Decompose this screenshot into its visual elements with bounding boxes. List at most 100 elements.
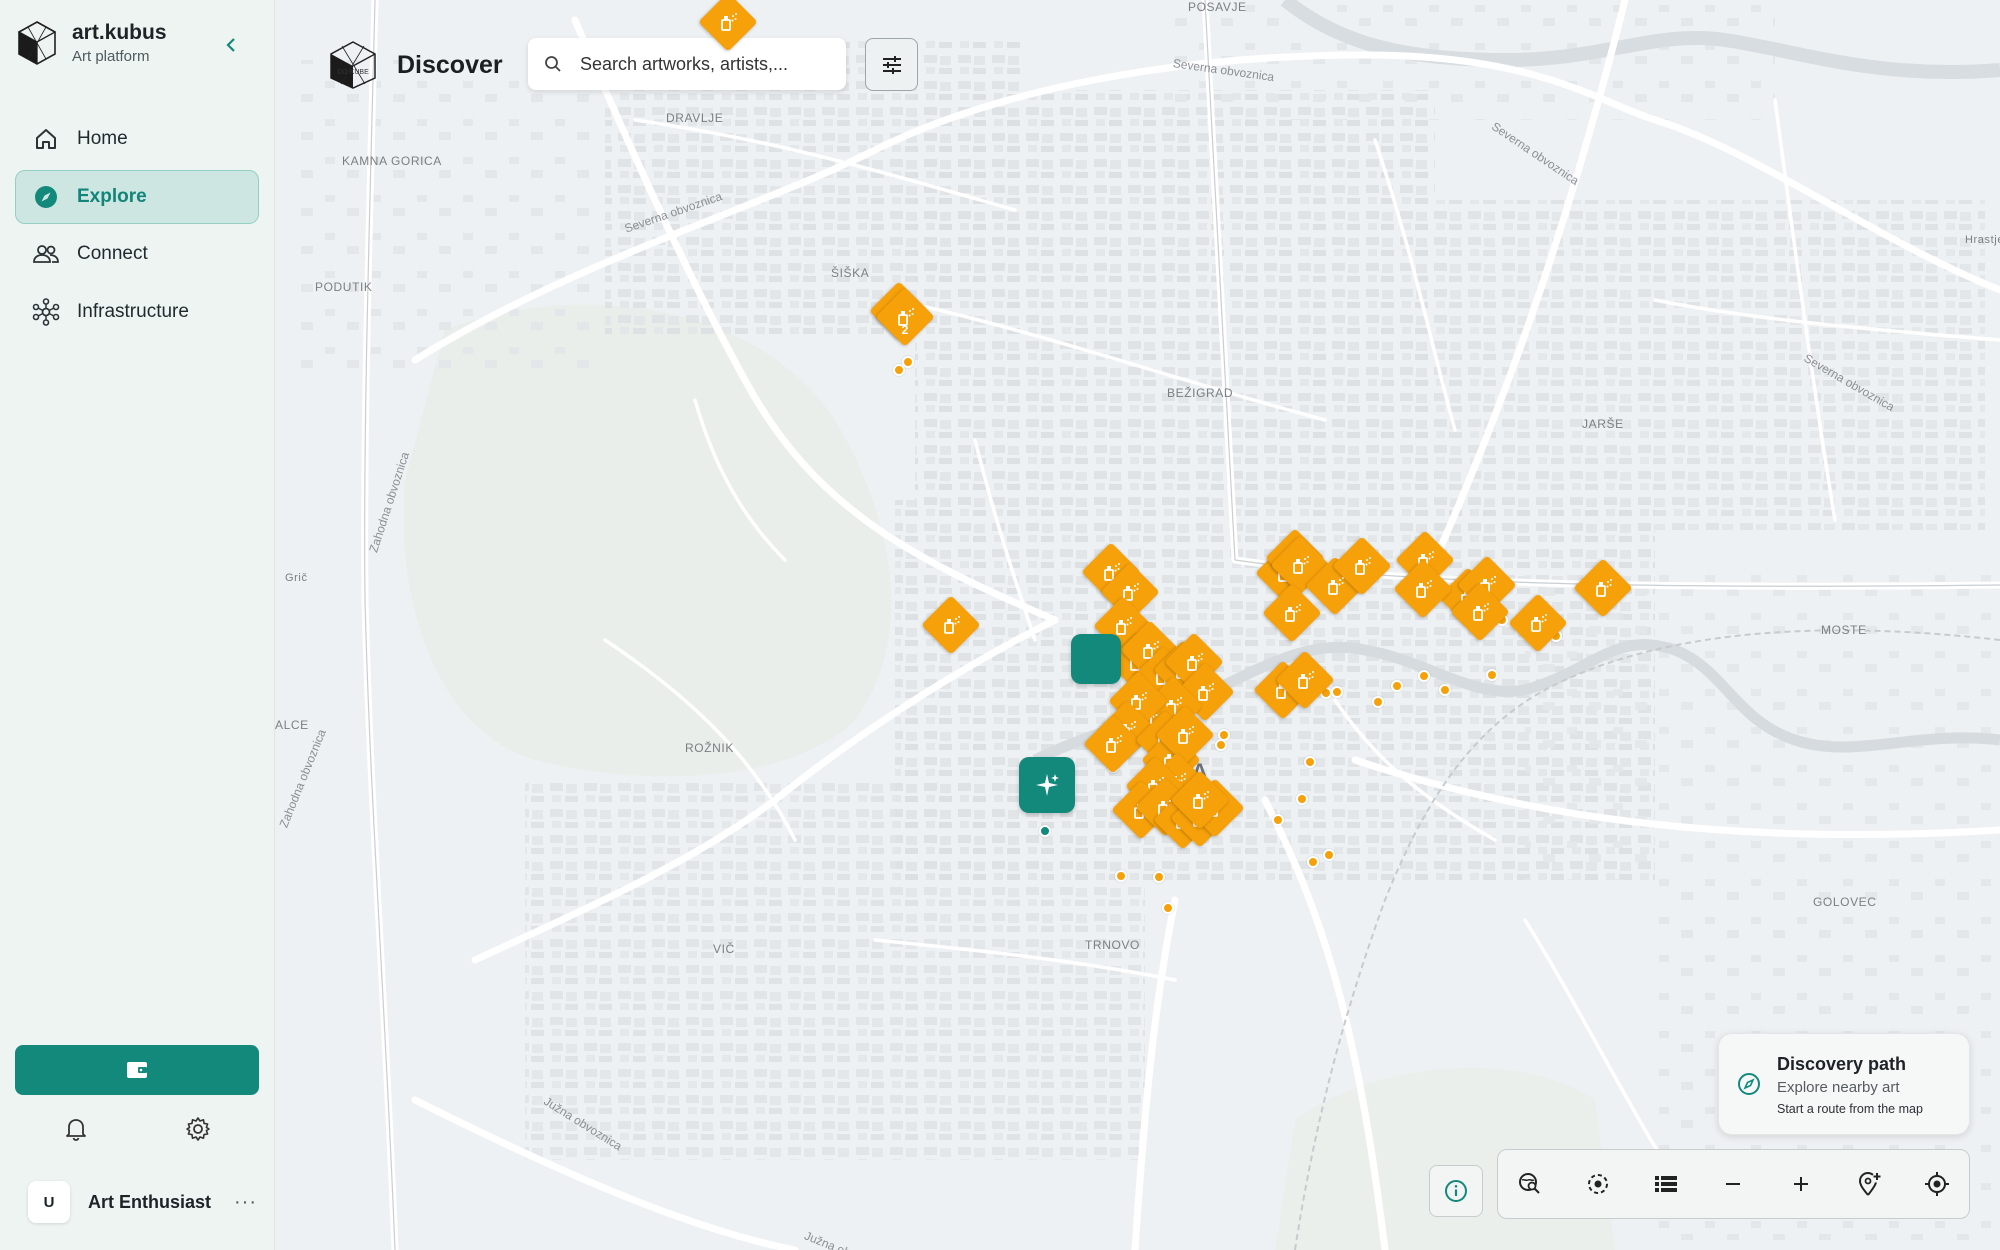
discovery-hint: Start a route from the map: [1777, 1102, 1923, 1116]
marker-anchor-dot: [1439, 684, 1451, 696]
sidebar-nav: Home Explore Connect Infrastructure: [15, 112, 259, 342]
search-area-button[interactable]: [1508, 1162, 1552, 1206]
map-view[interactable]: POSAVJE DRAVLJE KAMNA GORICA ŠIŠKA PODUT…: [275, 0, 2000, 1250]
spray-can-icon: [1263, 584, 1321, 642]
artwork-marker[interactable]: [921, 595, 981, 655]
sidebar: art.kubus Art platform Home Explore Conn…: [0, 0, 275, 1250]
marker-anchor-dot: [1323, 849, 1335, 861]
search-bar[interactable]: [528, 38, 846, 90]
home-icon: [32, 125, 60, 153]
place-label: ALCE: [275, 718, 309, 732]
collapse-sidebar-button[interactable]: [218, 32, 244, 58]
filter-button[interactable]: [865, 38, 918, 91]
marker-anchor-dot: [1486, 669, 1498, 681]
add-marker-button[interactable]: [1847, 1162, 1891, 1206]
search-icon: [545, 56, 561, 72]
marker-anchor-dot: [1418, 670, 1430, 682]
spray-can-icon: [1333, 537, 1391, 595]
marker-anchor-dot: [902, 356, 914, 368]
add-marker-icon: [1859, 1171, 1881, 1196]
place-label: KAMNA GORICA: [342, 154, 442, 168]
discover-header: DO KUBE Discover: [327, 40, 503, 90]
artwork-marker[interactable]: [1332, 536, 1392, 596]
featured-marker[interactable]: [1071, 634, 1121, 684]
sidebar-item-home[interactable]: Home: [15, 112, 259, 166]
spray-can-icon: [876, 288, 934, 346]
place-label: BEŽIGRAD: [1167, 386, 1234, 400]
place-label: MOSTE: [1821, 623, 1867, 637]
recenter-button[interactable]: [1576, 1162, 1620, 1206]
user-name: Art Enthusiast: [88, 1191, 212, 1212]
spray-can-icon: [1394, 560, 1452, 618]
discovery-subtitle: Explore nearby art: [1777, 1079, 1900, 1096]
place-label: GOLOVEC: [1813, 895, 1877, 909]
chevron-left-icon: [226, 38, 235, 52]
artwork-marker[interactable]: [1275, 650, 1335, 710]
my-location-icon: [1924, 1172, 1949, 1196]
place-label: Grič: [285, 572, 308, 584]
marker-anchor-dot: [1153, 871, 1165, 883]
sidebar-item-label: Home: [77, 128, 128, 149]
discovery-path-card[interactable]: Discovery path Explore nearby art Start …: [1718, 1033, 1970, 1135]
bell-icon: [66, 1119, 86, 1141]
logo-text: DO KUBE: [337, 69, 369, 76]
search-area-icon: [1519, 1173, 1540, 1194]
marker-anchor-dot: [1039, 825, 1051, 837]
user-profile[interactable]: U Art Enthusiast ···: [28, 1180, 263, 1224]
marker-anchor-dot: [1296, 793, 1308, 805]
sliders-icon: [882, 55, 901, 74]
spray-can-icon: [922, 596, 980, 654]
marker-anchor-dot: [1162, 902, 1174, 914]
my-location-button[interactable]: [1915, 1162, 1959, 1206]
sparkles-icon: [1036, 774, 1059, 796]
list-view-button[interactable]: [1644, 1162, 1688, 1206]
spray-can-icon: [699, 0, 757, 51]
zoom-in-button[interactable]: [1779, 1162, 1823, 1206]
notifications-button[interactable]: [59, 1112, 93, 1146]
settings-button[interactable]: [181, 1112, 215, 1146]
people-icon: [32, 240, 60, 268]
sidebar-item-connect[interactable]: Connect: [15, 227, 259, 281]
artwork-marker[interactable]: [1393, 559, 1453, 619]
sidebar-item-label: Explore: [77, 185, 147, 207]
network-icon: [32, 297, 60, 326]
marker-anchor-dot: [1115, 870, 1127, 882]
map-info-button[interactable]: [1429, 1165, 1483, 1217]
place-label: Hrastje: [1965, 234, 2000, 246]
search-input[interactable]: [580, 53, 830, 75]
artwork-marker[interactable]: 2: [875, 287, 935, 347]
marker-anchor-dot: [1272, 814, 1284, 826]
place-label: PODUTIK: [315, 280, 373, 294]
zoom-out-button[interactable]: [1711, 1162, 1755, 1206]
discovery-title: Discovery path: [1777, 1054, 1907, 1074]
sidebar-item-infrastructure[interactable]: Infrastructure: [15, 285, 259, 339]
more-options-button[interactable]: ···: [234, 1191, 257, 1214]
artwork-marker[interactable]: [1262, 583, 1322, 643]
place-label: ROŽNIK: [685, 741, 734, 755]
compass-icon: [32, 183, 60, 211]
app-subtitle: Art platform: [72, 48, 150, 65]
artwork-marker[interactable]: [698, 0, 758, 52]
place-label: ŠIŠKA: [831, 266, 870, 280]
list-icon: [1654, 1176, 1677, 1192]
spray-can-icon: [1171, 771, 1229, 829]
sidebar-item-explore[interactable]: Explore: [15, 169, 259, 224]
avatar: U: [28, 1181, 70, 1223]
spray-can-icon: [1509, 594, 1567, 652]
map-toolbar: [1497, 1149, 1970, 1219]
artwork-marker[interactable]: [1573, 558, 1633, 618]
place-label: VIČ: [713, 942, 735, 956]
marker-anchor-dot: [1215, 739, 1227, 751]
marker-anchor-dot: [1372, 696, 1384, 708]
artwork-marker[interactable]: [1170, 770, 1230, 830]
page-title: Discover: [397, 50, 503, 79]
zoom-out-icon: [1726, 1183, 1741, 1185]
marker-anchor-dot: [1304, 756, 1316, 768]
dokube-logo-icon: DO KUBE: [330, 41, 376, 89]
artwork-marker[interactable]: [1450, 582, 1510, 642]
marker-anchor-dot: [1307, 856, 1319, 868]
ai-discovery-marker[interactable]: [1019, 757, 1075, 813]
wallet-button[interactable]: [15, 1045, 259, 1095]
artwork-marker[interactable]: [1508, 593, 1568, 653]
spray-can-icon: [1276, 651, 1334, 709]
